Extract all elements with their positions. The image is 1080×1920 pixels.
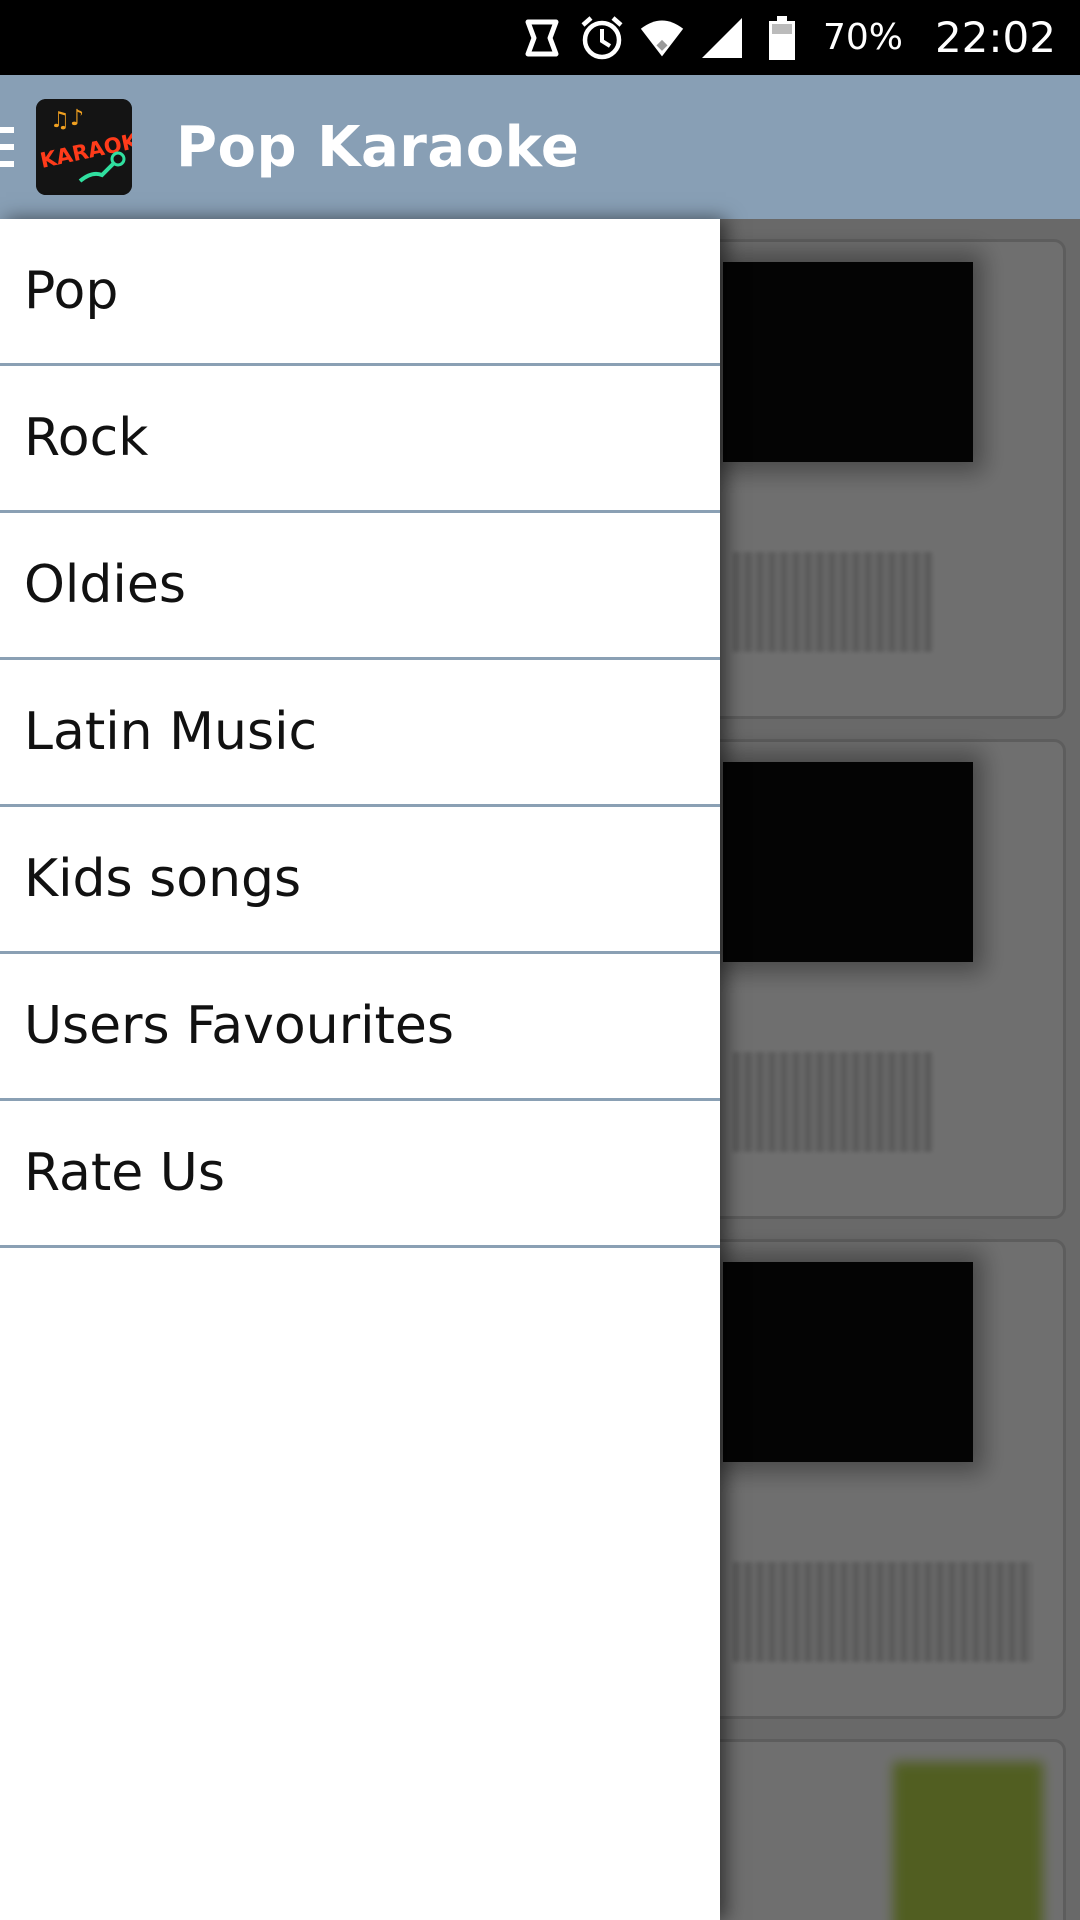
svg-text:♫: ♫: [50, 108, 70, 133]
screen: 70% 22:02 ♫ ♪ KARAOKE Pop Karaoke Pop Ro…: [0, 0, 1080, 1920]
drawer-item-rock[interactable]: Rock: [0, 366, 720, 513]
drawer-item-pop[interactable]: Pop: [0, 219, 720, 366]
drawer-item-kids-songs[interactable]: Kids songs: [0, 807, 720, 954]
drawer-item-latin-music[interactable]: Latin Music: [0, 660, 720, 807]
battery-icon: [759, 15, 805, 61]
svg-text:♪: ♪: [70, 106, 84, 131]
app-logo: ♫ ♪ KARAOKE: [36, 99, 132, 195]
wifi-icon: [639, 15, 685, 61]
drawer-list: Pop Rock Oldies Latin Music Kids songs U…: [0, 219, 720, 1248]
signal-icon: [699, 15, 745, 61]
battery-percent: 70%: [822, 17, 903, 58]
navigation-drawer: Pop Rock Oldies Latin Music Kids songs U…: [0, 219, 720, 1920]
alarm-icon: [579, 15, 625, 61]
sync-icon: [519, 15, 565, 61]
status-bar: 70% 22:02: [0, 0, 1080, 75]
drawer-item-rate-us[interactable]: Rate Us: [0, 1101, 720, 1248]
menu-icon[interactable]: [0, 127, 14, 167]
app-title: Pop Karaoke: [176, 114, 580, 180]
app-bar: ♫ ♪ KARAOKE Pop Karaoke: [0, 75, 1080, 219]
drawer-item-users-favourites[interactable]: Users Favourites: [0, 954, 720, 1101]
clock: 22:02: [934, 13, 1056, 62]
drawer-item-oldies[interactable]: Oldies: [0, 513, 720, 660]
